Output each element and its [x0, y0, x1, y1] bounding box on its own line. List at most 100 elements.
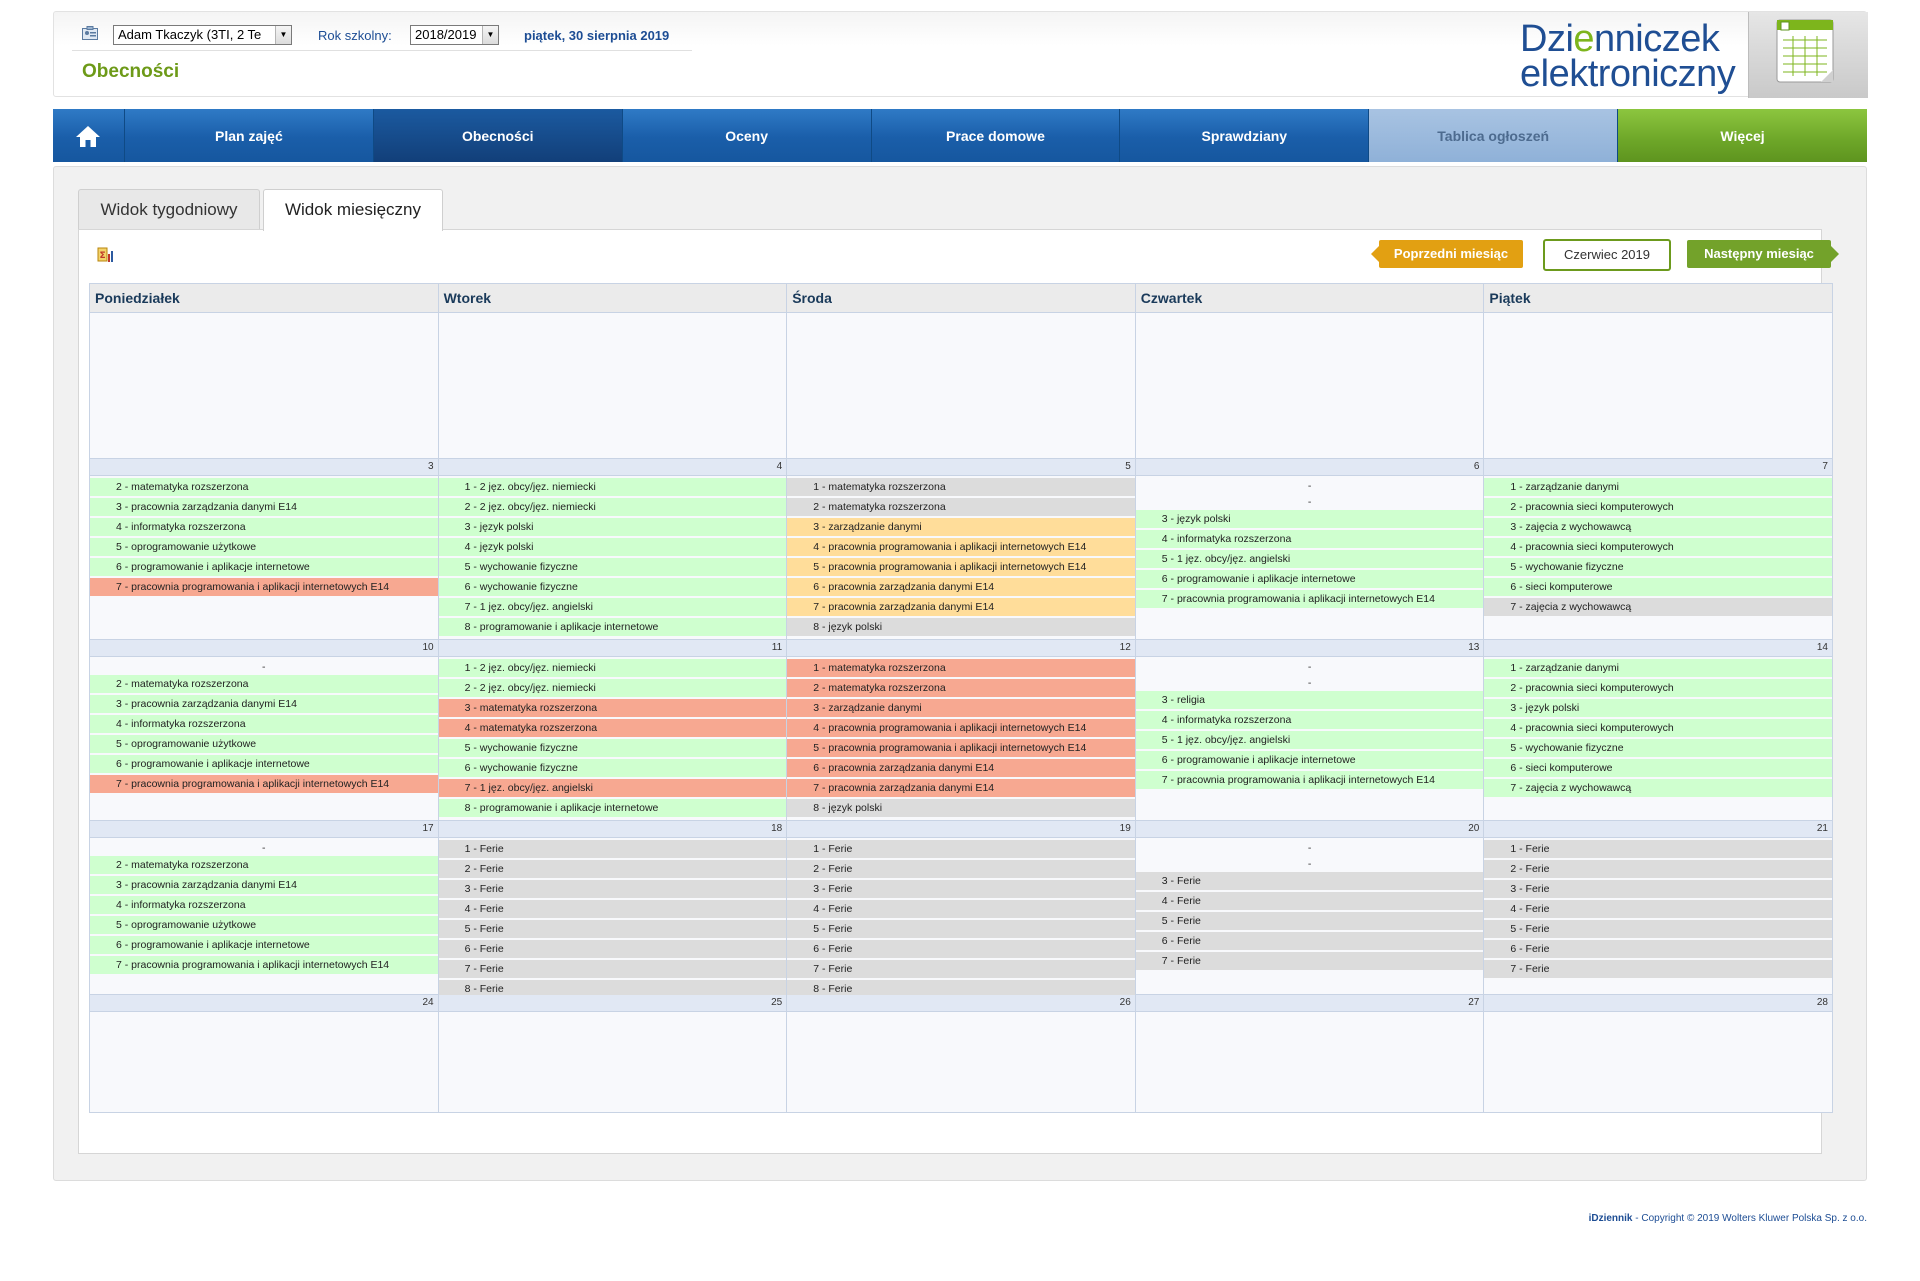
nav-home[interactable]: [53, 109, 125, 162]
lesson-entry[interactable]: 7 - pracownia programowania i aplikacji …: [90, 956, 438, 974]
nav-noticeboard[interactable]: Tablica ogłoszeń: [1369, 109, 1619, 162]
lesson-entry[interactable]: 6 - programowanie i aplikacje internetow…: [90, 558, 438, 576]
lesson-entry[interactable]: 3 - religia: [1135, 691, 1484, 709]
lesson-entry[interactable]: 6 - Ferie: [1484, 940, 1832, 958]
lesson-entry[interactable]: 4 - pracownia sieci komputerowych: [1484, 719, 1832, 737]
lesson-entry[interactable]: 2 - matematyka rozszerzona: [787, 679, 1135, 697]
lesson-entry[interactable]: 6 - sieci komputerowe: [1484, 759, 1832, 777]
lesson-entry[interactable]: 3 - Ferie: [438, 880, 787, 898]
lesson-entry[interactable]: 7 - 1 jęz. obcy/jęz. angielski: [438, 779, 787, 797]
lesson-entry[interactable]: 4 - informatyka rozszerzona: [90, 896, 438, 914]
lesson-entry[interactable]: 5 - oprogramowanie użytkowe: [90, 916, 438, 934]
student-select[interactable]: Adam Tkaczyk (3TI, 2 Te ▼: [113, 25, 292, 45]
school-year-select[interactable]: 2018/2019 ▼: [410, 25, 499, 45]
lesson-entry[interactable]: 7 - pracownia programowania i aplikacji …: [90, 578, 438, 596]
lesson-entry[interactable]: 5 - pracownia programowania i aplikacji …: [787, 739, 1135, 757]
tab-monthly-view[interactable]: Widok miesięczny: [263, 189, 443, 231]
lesson-entry[interactable]: 1 - matematyka rozszerzona: [787, 659, 1135, 677]
lesson-entry[interactable]: 2 - pracownia sieci komputerowych: [1484, 679, 1832, 697]
lesson-entry[interactable]: 7 - zajęcia z wychowawcą: [1484, 598, 1832, 616]
lesson-entry[interactable]: 6 - programowanie i aplikacje internetow…: [1135, 570, 1484, 588]
lesson-entry[interactable]: 1 - zarządzanie danymi: [1484, 478, 1832, 496]
lesson-entry[interactable]: 5 - Ferie: [1484, 920, 1832, 938]
lesson-entry[interactable]: 7 - Ferie: [787, 960, 1135, 978]
lesson-entry[interactable]: 1 - 2 jęz. obcy/jęz. niemiecki: [438, 659, 787, 677]
lesson-entry[interactable]: 1 - Ferie: [1484, 840, 1832, 858]
lesson-entry[interactable]: 4 - pracownia sieci komputerowych: [1484, 538, 1832, 556]
lesson-entry[interactable]: 3 - język polski: [1484, 699, 1832, 717]
lesson-entry[interactable]: 8 - język polski: [787, 618, 1135, 636]
lesson-entry[interactable]: 4 - informatyka rozszerzona: [1135, 711, 1484, 729]
nav-tests[interactable]: Sprawdziany: [1120, 109, 1370, 162]
lesson-entry[interactable]: 4 - język polski: [438, 538, 787, 556]
lesson-entry[interactable]: 8 - programowanie i aplikacje internetow…: [438, 799, 787, 817]
lesson-entry[interactable]: 7 - pracownia programowania i aplikacji …: [1135, 771, 1484, 789]
nav-timetable[interactable]: Plan zajęć: [124, 109, 374, 162]
lesson-entry[interactable]: 6 - wychowanie fizyczne: [438, 759, 787, 777]
lesson-entry[interactable]: 6 - pracownia zarządzania danymi E14: [787, 578, 1135, 596]
lesson-entry[interactable]: 1 - matematyka rozszerzona: [787, 478, 1135, 496]
lesson-entry[interactable]: 2 - matematyka rozszerzona: [90, 856, 438, 874]
nav-attendance[interactable]: Obecności: [373, 109, 623, 162]
lesson-entry[interactable]: 3 - zajęcia z wychowawcą: [1484, 518, 1832, 536]
lesson-entry[interactable]: 3 - Ferie: [1484, 880, 1832, 898]
lesson-entry[interactable]: 6 - Ferie: [787, 940, 1135, 958]
nav-homework[interactable]: Prace domowe: [871, 109, 1121, 162]
lesson-entry[interactable]: 5 - 1 jęz. obcy/jęz. angielski: [1135, 731, 1484, 749]
lesson-entry[interactable]: 6 - sieci komputerowe: [1484, 578, 1832, 596]
lesson-entry[interactable]: 4 - informatyka rozszerzona: [90, 518, 438, 536]
lesson-entry[interactable]: 5 - oprogramowanie użytkowe: [90, 735, 438, 753]
lesson-entry[interactable]: 1 - 2 jęz. obcy/jęz. niemiecki: [438, 478, 787, 496]
lesson-entry[interactable]: 1 - Ferie: [787, 840, 1135, 858]
lesson-entry[interactable]: 5 - Ferie: [1135, 912, 1484, 930]
lesson-entry[interactable]: 4 - informatyka rozszerzona: [90, 715, 438, 733]
lesson-entry[interactable]: 4 - Ferie: [1135, 892, 1484, 910]
nav-more[interactable]: Więcej: [1618, 109, 1867, 162]
lesson-entry[interactable]: 5 - Ferie: [787, 920, 1135, 938]
lesson-entry[interactable]: 6 - programowanie i aplikacje internetow…: [90, 936, 438, 954]
lesson-entry[interactable]: 7 - pracownia programowania i aplikacji …: [90, 775, 438, 793]
lesson-entry[interactable]: 6 - wychowanie fizyczne: [438, 578, 787, 596]
lesson-entry[interactable]: 5 - wychowanie fizyczne: [438, 558, 787, 576]
lesson-entry[interactable]: 4 - pracownia programowania i aplikacji …: [787, 538, 1135, 556]
export-icon[interactable]: Σ: [97, 247, 115, 263]
lesson-entry[interactable]: 2 - Ferie: [438, 860, 787, 878]
lesson-entry[interactable]: 5 - Ferie: [438, 920, 787, 938]
lesson-entry[interactable]: 6 - Ferie: [1135, 932, 1484, 950]
lesson-entry[interactable]: 4 - Ferie: [1484, 900, 1832, 918]
lesson-entry[interactable]: 7 - zajęcia z wychowawcą: [1484, 779, 1832, 797]
lesson-entry[interactable]: 6 - Ferie: [438, 940, 787, 958]
lesson-entry[interactable]: 4 - matematyka rozszerzona: [438, 719, 787, 737]
previous-month-button[interactable]: Poprzedni miesiąc: [1371, 240, 1523, 268]
lesson-entry[interactable]: 4 - pracownia programowania i aplikacji …: [787, 719, 1135, 737]
lesson-entry[interactable]: 5 - 1 jęz. obcy/jęz. angielski: [1135, 550, 1484, 568]
lesson-entry[interactable]: 7 - Ferie: [1484, 960, 1832, 978]
lesson-entry[interactable]: 8 - programowanie i aplikacje internetow…: [438, 618, 787, 636]
lesson-entry[interactable]: 2 - pracownia sieci komputerowych: [1484, 498, 1832, 516]
lesson-entry[interactable]: 3 - pracownia zarządzania danymi E14: [90, 876, 438, 894]
lesson-entry[interactable]: 7 - Ferie: [1135, 952, 1484, 970]
lesson-entry[interactable]: 5 - wychowanie fizyczne: [438, 739, 787, 757]
lesson-entry[interactable]: 5 - pracownia programowania i aplikacji …: [787, 558, 1135, 576]
lesson-entry[interactable]: 3 - Ferie: [787, 880, 1135, 898]
lesson-entry[interactable]: 3 - pracownia zarządzania danymi E14: [90, 695, 438, 713]
lesson-entry[interactable]: 7 - 1 jęz. obcy/jęz. angielski: [438, 598, 787, 616]
lesson-entry[interactable]: 7 - pracownia zarządzania danymi E14: [787, 598, 1135, 616]
lesson-entry[interactable]: 7 - pracownia zarządzania danymi E14: [787, 779, 1135, 797]
lesson-entry[interactable]: 2 - matematyka rozszerzona: [787, 498, 1135, 516]
lesson-entry[interactable]: 2 - Ferie: [1484, 860, 1832, 878]
lesson-entry[interactable]: 3 - zarządzanie danymi: [787, 518, 1135, 536]
next-month-button[interactable]: Następny miesiąc: [1687, 240, 1839, 268]
lesson-entry[interactable]: 4 - Ferie: [787, 900, 1135, 918]
footer-brand-link[interactable]: iDziennik: [1589, 1213, 1633, 1224]
lesson-entry[interactable]: 8 - język polski: [787, 799, 1135, 817]
lesson-entry[interactable]: 3 - pracownia zarządzania danymi E14: [90, 498, 438, 516]
lesson-entry[interactable]: 1 - zarządzanie danymi: [1484, 659, 1832, 677]
lesson-entry[interactable]: 2 - Ferie: [787, 860, 1135, 878]
lesson-entry[interactable]: 1 - Ferie: [438, 840, 787, 858]
lesson-entry[interactable]: 7 - Ferie: [438, 960, 787, 978]
lesson-entry[interactable]: 2 - 2 jęz. obcy/jęz. niemiecki: [438, 679, 787, 697]
tab-weekly-view[interactable]: Widok tygodniowy: [78, 189, 260, 230]
lesson-entry[interactable]: 3 - zarządzanie danymi: [787, 699, 1135, 717]
lesson-entry[interactable]: 3 - język polski: [1135, 510, 1484, 528]
